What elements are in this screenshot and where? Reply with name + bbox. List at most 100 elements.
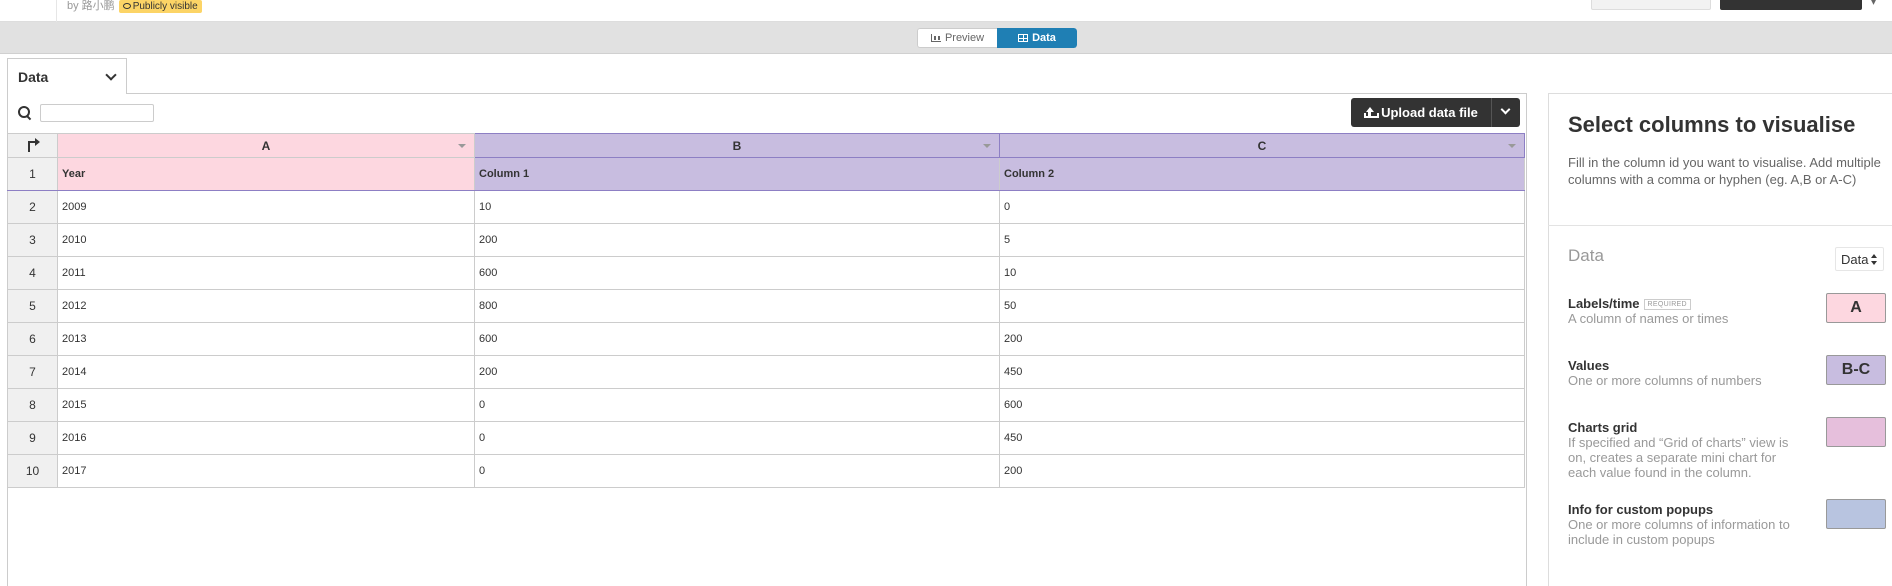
table-cell[interactable]: 2013 [57, 322, 475, 356]
binding-help: If specified and “Grid of charts” view i… [1568, 435, 1789, 480]
table-cell[interactable]: 200 [474, 223, 1000, 257]
table-cell[interactable]: 0 [474, 454, 1000, 488]
column-menu-icon[interactable] [1508, 144, 1516, 148]
table-cell[interactable]: 2012 [57, 289, 475, 323]
table-cell[interactable]: 10 [999, 256, 1525, 290]
chart-icon [930, 34, 941, 42]
row-number[interactable]: 8 [7, 388, 58, 422]
data-table: A B C 1 Year Column 1 Column 2 2 2009 10… [7, 133, 1525, 488]
sheet-tab-label: Data [18, 69, 49, 85]
table-cell[interactable]: 2014 [57, 355, 475, 389]
header-secondary-button[interactable] [1591, 0, 1711, 10]
table-cell[interactable]: 2009 [57, 190, 475, 224]
table-row: 9 2016 0 450 [7, 421, 1525, 455]
row-number[interactable]: 3 [7, 223, 58, 257]
view-toggle: Preview Data [917, 28, 1077, 48]
transpose-button[interactable] [7, 133, 58, 158]
panel-title: Select columns to visualise [1568, 112, 1856, 137]
row-number[interactable]: 6 [7, 322, 58, 356]
table-cell[interactable]: 600 [999, 388, 1525, 422]
table-cell[interactable]: 5 [999, 223, 1525, 257]
binding-help: One or more columns of numbers [1568, 373, 1762, 388]
table-row: 2 2009 10 0 [7, 190, 1525, 224]
values-column-input[interactable]: B-C [1826, 355, 1886, 385]
table-cell[interactable]: 200 [999, 322, 1525, 356]
binding-charts-grid: Charts grid If specified and “Grid of ch… [1568, 417, 1888, 480]
table-cell[interactable]: 2017 [57, 454, 475, 488]
view-toggle-bar: Preview Data [0, 22, 1892, 54]
upload-data-file-button[interactable]: Upload data file [1351, 98, 1491, 127]
required-badge: REQUIRED [1643, 299, 1691, 310]
top-header: by 路小鹏 Publicly visible ▾ [0, 0, 1892, 22]
search-input[interactable] [40, 104, 154, 122]
table-cell[interactable]: 10 [474, 190, 1000, 224]
byline: by 路小鹏 Publicly visible [67, 0, 202, 13]
column-menu-icon[interactable] [458, 144, 466, 148]
chevron-down-icon[interactable] [105, 69, 117, 81]
table-cell[interactable]: Column 2 [999, 157, 1525, 191]
row-number[interactable]: 1 [7, 157, 58, 191]
header-rail [0, 0, 57, 22]
table-cell[interactable]: 200 [999, 454, 1525, 488]
column-header-label: A [261, 138, 271, 153]
table-row: 6 2013 600 200 [7, 322, 1525, 356]
table-cell[interactable]: Year [57, 157, 475, 191]
table-cell[interactable]: 600 [474, 256, 1000, 290]
table-cell[interactable]: 600 [474, 322, 1000, 356]
sheet-select[interactable]: Data [1835, 247, 1885, 271]
header-primary-button[interactable] [1720, 0, 1862, 10]
table-row: 1 Year Column 1 Column 2 [7, 157, 1525, 191]
visibility-badge-label: Publicly visible [132, 1, 198, 12]
row-number[interactable]: 7 [7, 355, 58, 389]
section-title: Data [1568, 246, 1604, 265]
table-cell[interactable]: Column 1 [474, 157, 1000, 191]
charts-grid-column-input[interactable] [1826, 417, 1886, 447]
visibility-badge[interactable]: Publicly visible [118, 0, 202, 13]
row-number[interactable]: 5 [7, 289, 58, 323]
table-row: 7 2014 200 450 [7, 355, 1525, 389]
popups-column-input[interactable] [1826, 499, 1886, 529]
upload-label: Upload data file [1381, 105, 1478, 120]
labels-column-input[interactable]: A [1826, 293, 1886, 323]
eye-icon [122, 3, 131, 9]
preview-label: Preview [944, 32, 985, 44]
column-header-a[interactable]: A [57, 133, 475, 158]
table-cell[interactable]: 50 [999, 289, 1525, 323]
table-cell[interactable]: 2010 [57, 223, 475, 257]
table-cell[interactable]: 200 [474, 355, 1000, 389]
row-number[interactable]: 4 [7, 256, 58, 290]
chevron-down-icon [1500, 104, 1511, 115]
table-row: 5 2012 800 50 [7, 289, 1525, 323]
column-header-row: A B C [7, 133, 1525, 158]
search-icon [18, 106, 30, 118]
table-cell[interactable]: 0 [474, 388, 1000, 422]
table-icon [1018, 34, 1029, 42]
table-cell[interactable]: 450 [999, 421, 1525, 455]
column-header-c[interactable]: C [999, 133, 1525, 158]
table-row: 10 2017 0 200 [7, 454, 1525, 488]
panel-divider [1548, 225, 1892, 226]
row-number[interactable]: 9 [7, 421, 58, 455]
row-number[interactable]: 2 [7, 190, 58, 224]
table-cell[interactable]: 2015 [57, 388, 475, 422]
table-cell[interactable]: 800 [474, 289, 1000, 323]
transpose-icon [26, 137, 40, 152]
preview-toggle-button[interactable]: Preview [917, 28, 997, 48]
table-cell[interactable]: 2016 [57, 421, 475, 455]
column-header-b[interactable]: B [474, 133, 1000, 158]
row-number[interactable]: 10 [7, 454, 58, 488]
upload-button-group: Upload data file [1351, 98, 1520, 127]
table-cell[interactable]: 2011 [57, 256, 475, 290]
sheet-tab-data[interactable]: Data [7, 58, 127, 94]
updown-arrows-icon [1871, 253, 1878, 265]
upload-options-button[interactable] [1491, 98, 1520, 127]
column-menu-icon[interactable] [983, 144, 991, 148]
table-cell[interactable]: 0 [474, 421, 1000, 455]
chevron-down-icon[interactable]: ▾ [1871, 0, 1876, 8]
binding-help: One or more columns of information to in… [1568, 517, 1790, 547]
table-cell[interactable]: 0 [999, 190, 1525, 224]
column-header-label: B [732, 138, 742, 153]
table-cell[interactable]: 450 [999, 355, 1525, 389]
column-header-label: C [1257, 138, 1267, 153]
data-toggle-button[interactable]: Data [997, 28, 1077, 48]
